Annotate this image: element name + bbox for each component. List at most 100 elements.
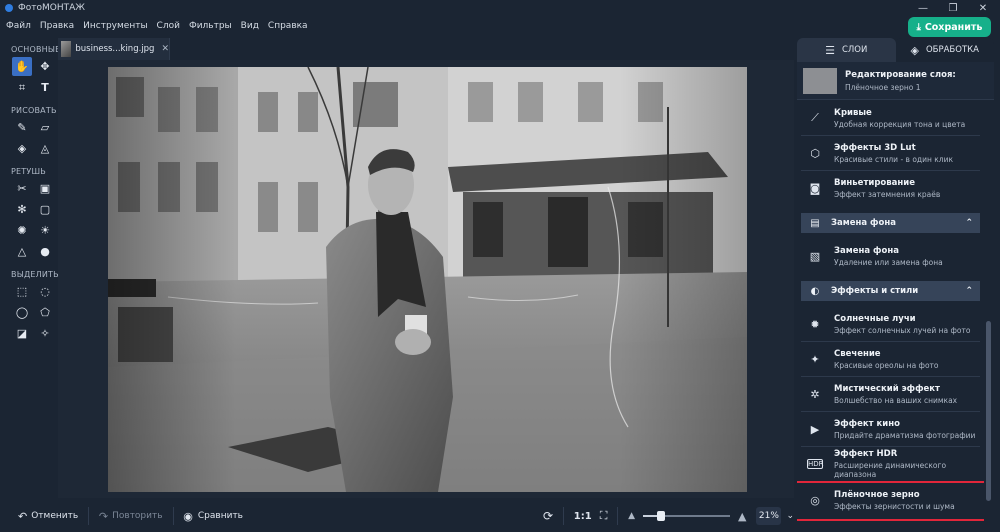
section-label: Замена фона (831, 218, 896, 228)
rotate-icon[interactable]: ⟳ (543, 509, 553, 523)
undo-icon: ↶ (18, 509, 28, 523)
layer-thumbnail (803, 67, 837, 94)
canvas-area[interactable] (58, 60, 794, 498)
healing-tool-icon[interactable]: ✂ (12, 179, 32, 198)
save-button[interactable]: ⤓ Сохранить (908, 17, 991, 37)
zoom-value[interactable]: 21% (756, 507, 782, 525)
lasso-select-icon[interactable]: ◯ (12, 303, 32, 322)
magic-wand-icon[interactable]: ✧ (35, 324, 55, 343)
left-toolbar: ОСНОВНЫЕ ✋ ✥ ⌗ T РИСОВАТЬ ✎ ▱ ◈ ◬ РЕТУШЬ… (6, 40, 60, 490)
minimize-button[interactable]: — (910, 0, 936, 16)
curves-icon: ⟋ (811, 111, 819, 124)
section-background[interactable]: ▤ Замена фона ⌃ (801, 213, 980, 233)
file-name: business...king.jpg (75, 44, 155, 54)
zoom-slider[interactable] (643, 511, 730, 521)
close-tab-icon[interactable]: ✕ (161, 44, 169, 54)
menu-filters[interactable]: Фильтры (189, 21, 232, 31)
patch-tool-icon[interactable]: ▢ (35, 200, 55, 219)
list-item-curves[interactable]: ⟋ Кривые Удобная коррекция тона и цвета (801, 101, 980, 136)
street-photo (108, 67, 747, 492)
list-item-replace-background[interactable]: ▧ Замена фона Удаление или замена фона (801, 239, 980, 274)
layers-icon: ◈ (910, 43, 919, 57)
redo-button[interactable]: ↷ Повторить (99, 510, 163, 523)
item-name: Плёночное зерно (834, 490, 920, 500)
list-item-sun-rays[interactable]: ✹ Солнечные лучи Эффект солнечных лучей н… (801, 307, 980, 342)
item-name: Эффекты 3D Lut (834, 142, 916, 153)
list-item-3d-lut[interactable]: ⬡ Эффекты 3D Lut Красивые стили - в один … (801, 136, 980, 171)
title-bar: ФотоМОНТАЖ (0, 0, 1000, 16)
item-name: Мистический эффект (834, 383, 940, 394)
scrollbar-thumb[interactable] (986, 321, 991, 501)
photo-canvas[interactable] (108, 67, 747, 492)
redo-icon: ↷ (98, 509, 109, 523)
item-name: Виньетирование (834, 178, 915, 188)
eraser-tool-icon[interactable]: ▱ (35, 118, 55, 137)
polygon-select-icon[interactable]: ⬠ (35, 303, 55, 322)
zoom-in-icon[interactable]: ▲ (738, 510, 746, 523)
sliders-icon: ☰ (825, 43, 835, 57)
menu-help[interactable]: Справка (268, 21, 308, 31)
app-title: ФотоМОНТАЖ (18, 3, 85, 13)
sharpen-tool-icon[interactable]: △ (12, 242, 32, 261)
list-item-mystic[interactable]: ✲ Мистический эффект Волшебство на ваших … (801, 377, 980, 412)
shapes-tool-icon[interactable]: ◬ (35, 139, 55, 158)
item-desc: Эффект солнечных лучей на фото (834, 325, 971, 335)
brush-tool-icon[interactable]: ✎ (12, 118, 32, 137)
magnetic-select-icon[interactable]: ◪ (12, 324, 32, 343)
group-label-draw: РИСОВАТЬ (11, 106, 57, 115)
list-item-cinema[interactable]: ▶ Эффект кино Придайте драматизма фотогра… (801, 412, 980, 447)
sun-icon: ✹ (810, 317, 820, 331)
download-icon: ⤓ (916, 21, 921, 33)
divider (617, 507, 619, 525)
clone-tool-icon[interactable]: ✻ (12, 200, 32, 219)
undo-button[interactable]: ↶ Отменить (18, 510, 78, 523)
cube-icon: ⬡ (810, 146, 820, 160)
item-name: Эффект кино (834, 418, 900, 429)
item-desc: Эффекты зернистости и шума (834, 502, 955, 511)
list-item-vignette[interactable]: ◙ Виньетирование Эффект затемнения краёв (801, 171, 980, 206)
close-window-button[interactable]: ✕ (970, 0, 996, 16)
menu-view[interactable]: Вид (241, 21, 259, 31)
tab-processing[interactable]: ◈ ОБРАБОТКА (895, 38, 994, 62)
effects-scrollbar[interactable] (985, 101, 992, 532)
menu-tools[interactable]: Инструменты (83, 21, 147, 31)
save-button-label: Сохранить (924, 21, 983, 33)
stamp-tool-icon[interactable]: ▣ (35, 179, 55, 198)
hand-tool-icon[interactable]: ✋ (12, 57, 32, 76)
item-desc: Волшебство на ваших снимках (834, 395, 958, 405)
tab-layers[interactable]: ☰ СЛОИ (797, 38, 896, 62)
fill-tool-icon[interactable]: ◈ (12, 139, 32, 158)
menu-edit[interactable]: Правка (40, 21, 74, 31)
fit-screen-icon[interactable]: ⛶ (600, 509, 608, 523)
rect-select-icon[interactable]: ⬚ (12, 282, 32, 301)
list-item-glow[interactable]: ✦ Свечение Красивые ореолы на фото (801, 342, 980, 377)
zoom-slider-handle[interactable] (657, 511, 666, 521)
divider (172, 507, 174, 525)
list-item-film-grain[interactable]: ◎ Плёночное зерно Эффекты зернистости и ш… (797, 481, 984, 521)
file-tab[interactable]: business...king.jpg ✕ (58, 38, 170, 60)
maximize-button[interactable]: ❐ (940, 0, 966, 16)
item-name: Кривые (834, 107, 872, 118)
text-tool-icon[interactable]: T (35, 78, 55, 97)
effects-list: ⟋ Кривые Удобная коррекция тона и цвета ⬡… (797, 101, 984, 532)
burn-tool-icon[interactable]: ☀ (35, 221, 55, 240)
list-item-hdr[interactable]: HDR Эффект HDR Расширение динамического д… (801, 447, 980, 482)
chevron-up-icon: ⌃ (965, 218, 973, 228)
item-desc: Расширение динамического диапазона (834, 461, 947, 479)
dodge-tool-icon[interactable]: ✺ (12, 221, 32, 240)
group-label-select: ВЫДЕЛИТЬ (11, 270, 59, 279)
section-effects[interactable]: ◐ Эффекты и стили ⌃ (801, 281, 980, 301)
ellipse-select-icon[interactable]: ◌ (35, 282, 55, 301)
actual-size-button[interactable]: 1:1 (574, 511, 592, 522)
crop-tool-icon[interactable]: ⌗ (12, 78, 32, 97)
blur-tool-icon[interactable]: ● (35, 242, 55, 261)
zoom-dropdown-icon[interactable]: ⌄ (786, 511, 794, 521)
menu-bar: Файл Правка Инструменты Слой Фильтры Вид… (0, 16, 317, 36)
undo-label: Отменить (31, 511, 79, 521)
move-tool-icon[interactable]: ✥ (35, 57, 55, 76)
compare-button[interactable]: ◉ Сравнить (183, 510, 243, 523)
layer-edit-subtitle: Плёночное зерно 1 (845, 82, 921, 92)
menu-layer[interactable]: Слой (157, 21, 180, 31)
zoom-out-icon[interactable]: ▲ (628, 511, 635, 521)
menu-file[interactable]: Файл (6, 21, 31, 31)
